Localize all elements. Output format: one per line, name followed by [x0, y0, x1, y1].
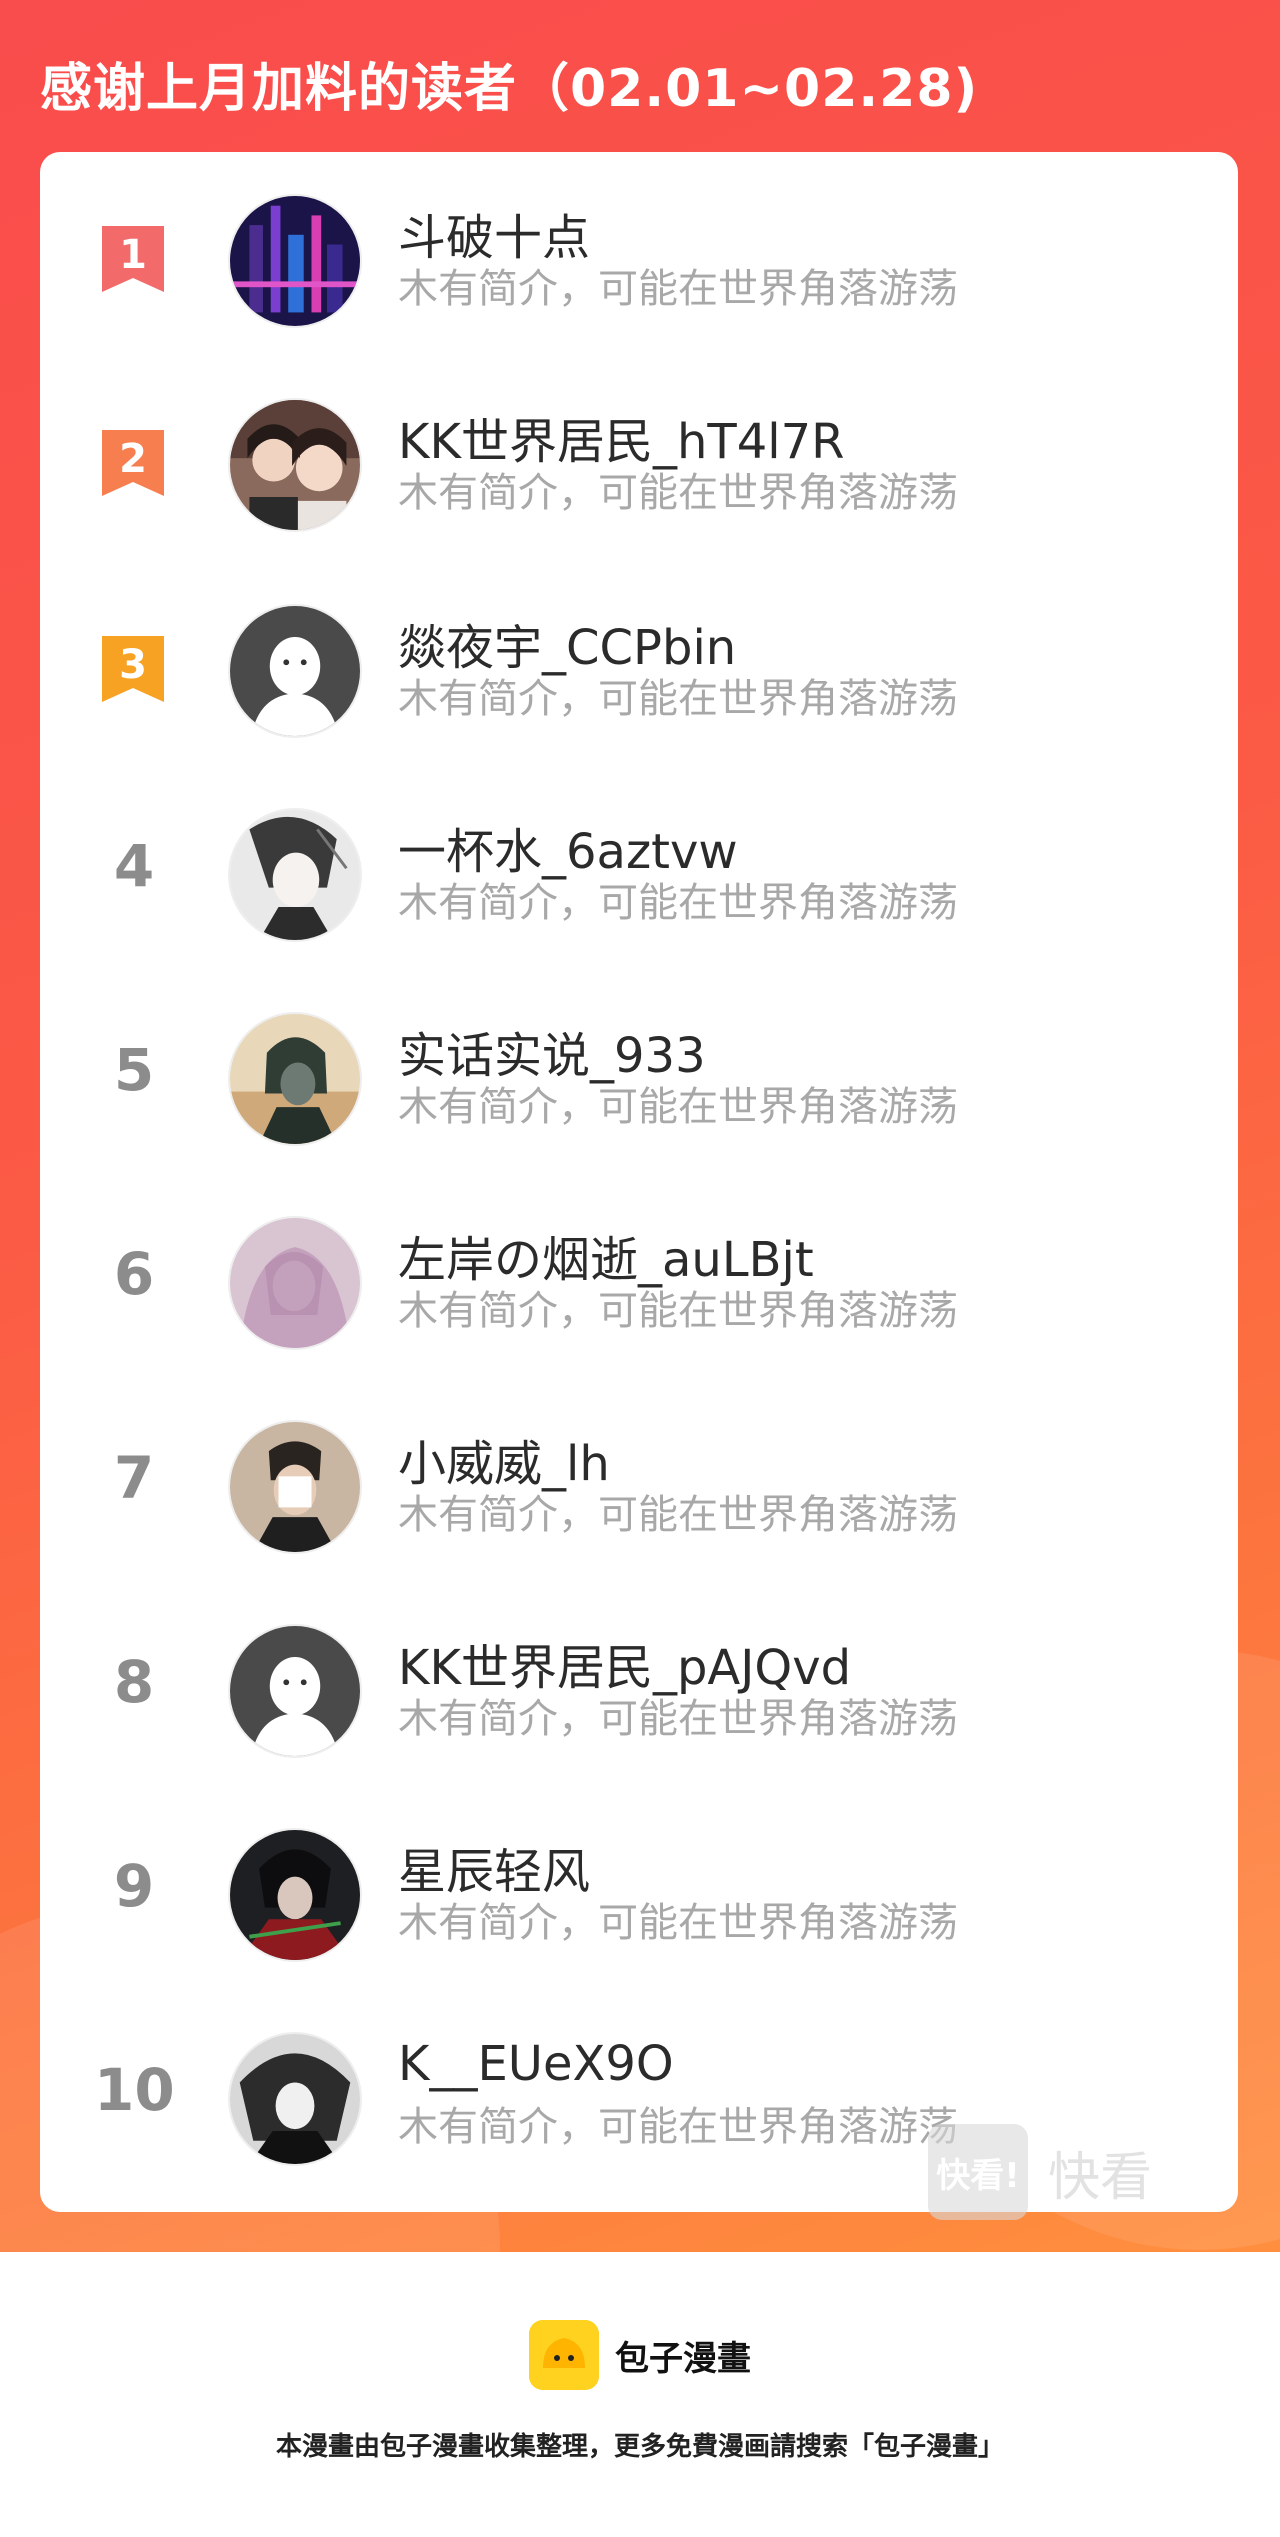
list-item[interactable]: 7 小威威_lh 木有简介，可能在世界角落游荡	[40, 1420, 1238, 1600]
avatar[interactable]	[228, 808, 362, 942]
default-avatar-icon[interactable]	[228, 604, 362, 738]
reader-bio: 木有简介，可能在世界角落游荡	[398, 676, 958, 722]
avatar[interactable]	[228, 1828, 362, 1962]
rank-number: 6	[113, 1240, 155, 1308]
reader-name: K__EUeX9O	[398, 2036, 674, 2092]
rank-badge-3: 3	[98, 632, 168, 706]
reader-bio: 木有简介，可能在世界角落游荡	[398, 880, 958, 926]
avatar[interactable]	[228, 1420, 362, 1554]
reader-bio: 木有简介，可能在世界角落游荡	[398, 470, 958, 516]
page-title: 感谢上月加料的读者（02.01~02.28)	[40, 59, 979, 119]
rank-number: 9	[113, 1852, 155, 1920]
reader-list-card: 1 斗破十点 木有简介，可能在世界角落游荡 2 KK世界居民_hT4l7R 木有…	[40, 152, 1238, 2212]
reader-bio: 木有简介，可能在世界角落游荡	[398, 2104, 958, 2150]
reader-bio: 木有简介，可能在世界角落游荡	[398, 1696, 958, 1742]
reader-bio: 木有简介，可能在世界角落游荡	[398, 1084, 958, 1130]
avatar[interactable]	[228, 194, 362, 328]
rank-number: 2	[119, 436, 147, 482]
baozi-logo-icon	[529, 2320, 599, 2390]
list-item[interactable]: 5 实话实说_933 木有简介，可能在世界角落游荡	[40, 1012, 1238, 1192]
reader-bio: 木有简介，可能在世界角落游荡	[398, 1900, 958, 1946]
avatar[interactable]	[228, 1012, 362, 1146]
brand-footer[interactable]: 包子漫畫	[0, 2320, 1280, 2390]
list-item[interactable]: 8 KK世界居民_pAJQvd 木有简介，可能在世界角落游荡	[40, 1624, 1238, 1804]
rank-number: 4	[113, 832, 155, 900]
reader-bio: 木有简介，可能在世界角落游荡	[398, 1288, 958, 1334]
reader-bio: 木有简介，可能在世界角落游荡	[398, 266, 958, 312]
avatar[interactable]	[228, 398, 362, 532]
kuaikan-logo-icon: 快看!	[928, 2124, 1028, 2220]
kuaikan-watermark: 快看! 快看	[928, 2124, 1152, 2220]
watermark-text: 快看	[1048, 2147, 1153, 2208]
rank-number: 1	[119, 232, 147, 278]
avatar[interactable]	[228, 1216, 362, 1350]
list-item[interactable]: 1 斗破十点 木有简介，可能在世界角落游荡	[40, 194, 1238, 374]
rank-number: 8	[113, 1648, 155, 1716]
list-item[interactable]: 4 一杯水_6aztvw 木有简介，可能在世界角落游荡	[40, 808, 1238, 988]
list-item[interactable]: 9 星辰轻风 木有简介，可能在世界角落游荡	[40, 1828, 1238, 2008]
header-panel: 感谢上月加料的读者（02.01~02.28) 1 斗破十点 木有简介，可能在世界…	[0, 0, 1280, 2252]
rank-number: 5	[113, 1036, 155, 1104]
rank-number: 10	[94, 2056, 175, 2124]
rank-badge-2: 2	[98, 426, 168, 500]
rank-number: 3	[119, 642, 147, 688]
rank-badge-1: 1	[98, 222, 168, 296]
reader-bio: 木有简介，可能在世界角落游荡	[398, 1492, 958, 1538]
avatar[interactable]	[228, 2032, 362, 2166]
brand-name: 包子漫畫	[615, 2338, 751, 2379]
list-item[interactable]: 6 左岸の烟逝_auLBjt 木有简介，可能在世界角落游荡	[40, 1216, 1238, 1396]
list-item[interactable]: 3 燚夜宇_CCPbin 木有简介，可能在世界角落游荡	[40, 604, 1238, 784]
footer-disclaimer: 本漫畫由包子漫畫收集整理，更多免費漫画請搜索「包子漫畫」	[275, 2432, 1004, 2462]
rank-number: 7	[113, 1444, 155, 1512]
default-avatar-icon[interactable]	[228, 1624, 362, 1758]
list-item[interactable]: 2 KK世界居民_hT4l7R 木有简介，可能在世界角落游荡	[40, 398, 1238, 578]
